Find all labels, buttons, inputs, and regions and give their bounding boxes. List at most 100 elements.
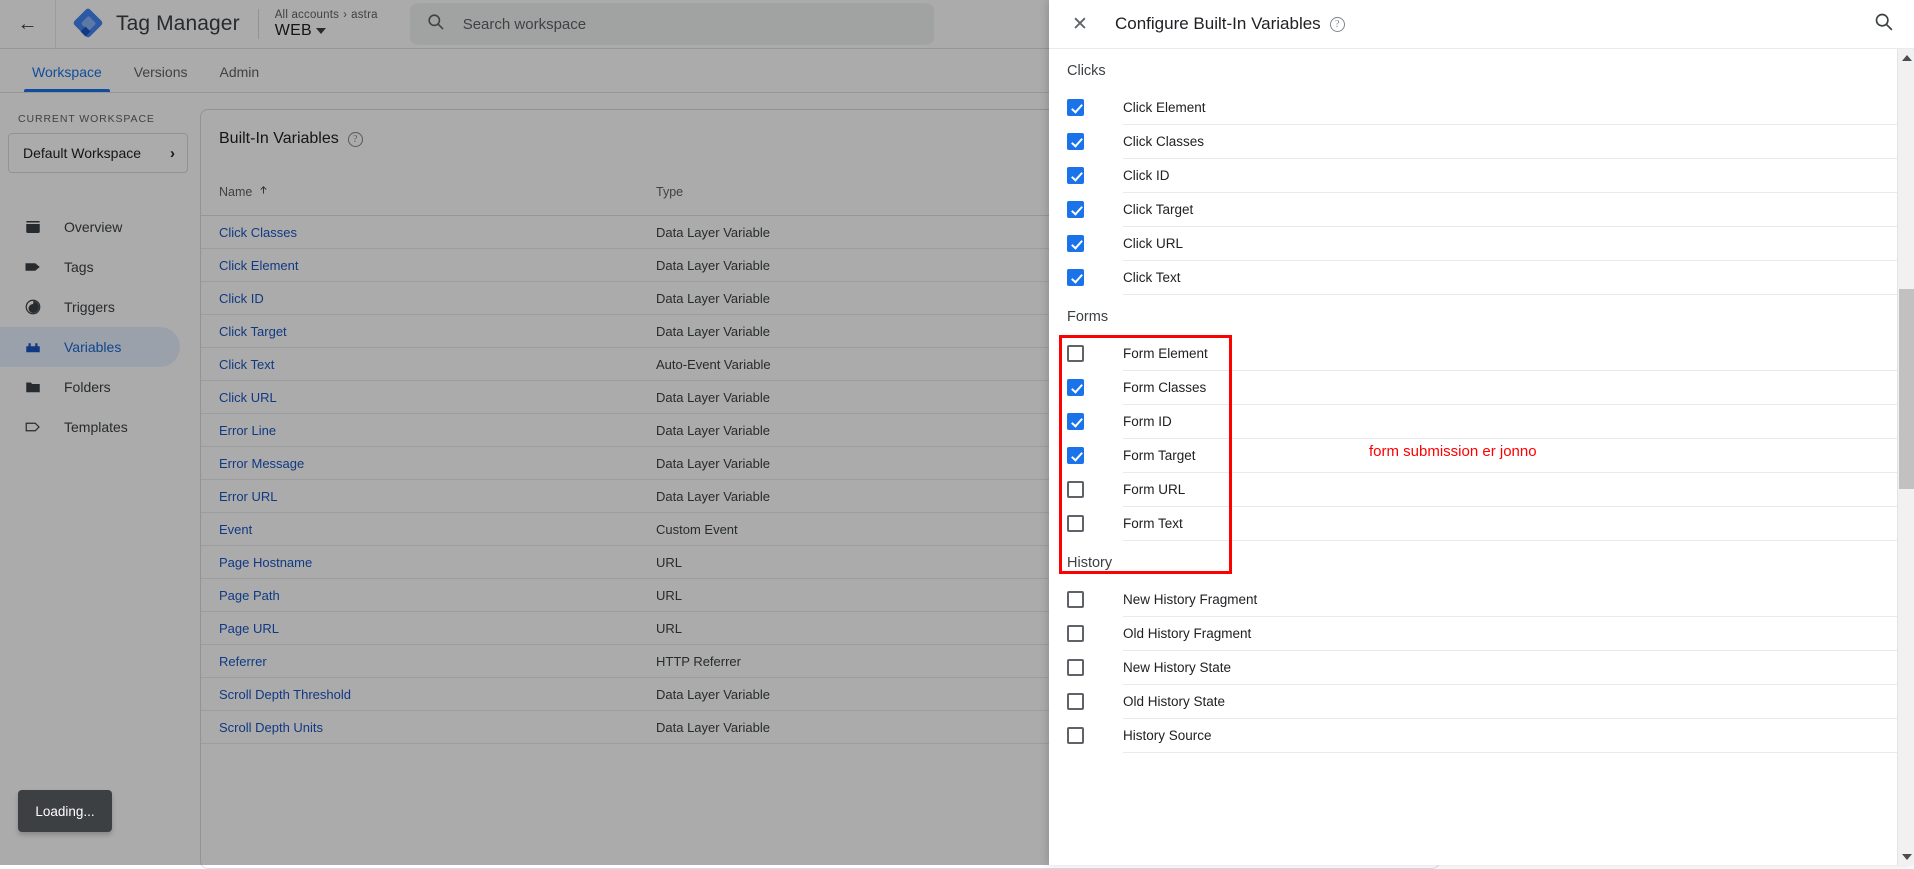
- variable-option-row[interactable]: Form Classes: [1067, 371, 1897, 404]
- variable-option-row[interactable]: New History State: [1067, 651, 1897, 684]
- sidebar-item-variables[interactable]: Variables: [0, 327, 180, 367]
- account-container-selector[interactable]: All accounts › astra WEB: [275, 9, 378, 40]
- variable-option[interactable]: History Source: [1067, 719, 1897, 753]
- variable-option-row[interactable]: Old History State: [1067, 685, 1897, 718]
- variable-option-row[interactable]: Click Element: [1067, 91, 1897, 124]
- variable-option-row[interactable]: Click Target: [1067, 193, 1897, 226]
- variable-name-link[interactable]: Event: [219, 522, 656, 537]
- checkbox-wrapper[interactable]: [1067, 99, 1123, 116]
- variable-option[interactable]: Old History State: [1067, 685, 1897, 719]
- variable-name-link[interactable]: Click Classes: [219, 225, 656, 240]
- checkbox-checked-icon[interactable]: [1067, 379, 1084, 396]
- close-icon[interactable]: ✕: [1067, 11, 1093, 37]
- checkbox-checked-icon[interactable]: [1067, 133, 1084, 150]
- checkbox-wrapper[interactable]: [1067, 201, 1123, 218]
- column-header-name[interactable]: Name: [219, 184, 656, 199]
- checkbox-wrapper[interactable]: [1067, 591, 1123, 608]
- sidebar-item-overview[interactable]: Overview: [0, 207, 180, 247]
- variable-name-link[interactable]: Click Target: [219, 324, 656, 339]
- variable-option-row[interactable]: Form URL: [1067, 473, 1897, 506]
- variable-option[interactable]: New History Fragment: [1067, 583, 1897, 617]
- variable-option[interactable]: Click ID: [1067, 159, 1897, 193]
- variable-option[interactable]: New History State: [1067, 651, 1897, 685]
- help-icon[interactable]: ?: [348, 132, 363, 147]
- tab-versions[interactable]: Versions: [118, 64, 204, 92]
- checkbox-checked-icon[interactable]: [1067, 167, 1084, 184]
- back-arrow-icon[interactable]: ←: [0, 0, 56, 49]
- variable-name-link[interactable]: Page URL: [219, 621, 656, 636]
- variable-option-row[interactable]: History Source: [1067, 719, 1897, 752]
- variable-name-link[interactable]: Error Message: [219, 456, 656, 471]
- variable-name-link[interactable]: Error URL: [219, 489, 656, 504]
- checkbox-unchecked-icon[interactable]: [1067, 727, 1084, 744]
- variable-option[interactable]: Click Classes: [1067, 125, 1897, 159]
- tab-admin[interactable]: Admin: [203, 64, 275, 92]
- variable-option-row[interactable]: Form Element: [1067, 337, 1897, 370]
- checkbox-unchecked-icon[interactable]: [1067, 659, 1084, 676]
- checkbox-unchecked-icon[interactable]: [1067, 693, 1084, 710]
- sidebar-item-tags[interactable]: Tags: [0, 247, 180, 287]
- dialog-scrollbar[interactable]: [1897, 49, 1914, 865]
- variable-name-link[interactable]: Click Element: [219, 258, 656, 273]
- variable-option-row[interactable]: Form ID: [1067, 405, 1897, 438]
- variable-option[interactable]: Form URL: [1067, 473, 1897, 507]
- variable-name-link[interactable]: Click ID: [219, 291, 656, 306]
- variable-name-link[interactable]: Scroll Depth Threshold: [219, 687, 656, 702]
- chevron-down-icon[interactable]: [316, 28, 326, 34]
- variable-name-link[interactable]: Click Text: [219, 357, 656, 372]
- checkbox-checked-icon[interactable]: [1067, 235, 1084, 252]
- variable-name-link[interactable]: Scroll Depth Units: [219, 720, 656, 735]
- variable-name-link[interactable]: Error Line: [219, 423, 656, 438]
- checkbox-checked-icon[interactable]: [1067, 269, 1084, 286]
- variable-option[interactable]: Click Element: [1067, 91, 1897, 125]
- checkbox-wrapper[interactable]: [1067, 481, 1123, 498]
- checkbox-wrapper[interactable]: [1067, 235, 1123, 252]
- variable-option-row[interactable]: New History Fragment: [1067, 583, 1897, 616]
- checkbox-wrapper[interactable]: [1067, 379, 1123, 396]
- checkbox-wrapper[interactable]: [1067, 133, 1123, 150]
- tab-workspace[interactable]: Workspace: [16, 64, 118, 92]
- checkbox-wrapper[interactable]: [1067, 345, 1123, 362]
- variable-option[interactable]: Form ID: [1067, 405, 1897, 439]
- checkbox-wrapper[interactable]: [1067, 167, 1123, 184]
- variable-option-row[interactable]: Old History Fragment: [1067, 617, 1897, 650]
- sidebar-item-triggers[interactable]: Triggers: [0, 287, 180, 327]
- checkbox-wrapper[interactable]: [1067, 693, 1123, 710]
- variable-option[interactable]: Form Classes: [1067, 371, 1897, 405]
- sidebar-item-templates[interactable]: Templates: [0, 407, 180, 447]
- variable-option-row[interactable]: Click Classes: [1067, 125, 1897, 158]
- scroll-up-arrow-icon[interactable]: [1898, 49, 1914, 66]
- variable-option[interactable]: Form Text: [1067, 507, 1897, 541]
- variable-option[interactable]: Click URL: [1067, 227, 1897, 261]
- checkbox-wrapper[interactable]: [1067, 515, 1123, 532]
- checkbox-checked-icon[interactable]: [1067, 99, 1084, 116]
- checkbox-unchecked-icon[interactable]: [1067, 345, 1084, 362]
- sidebar-item-folders[interactable]: Folders: [0, 367, 180, 407]
- variable-name-link[interactable]: Page Path: [219, 588, 656, 603]
- checkbox-unchecked-icon[interactable]: [1067, 481, 1084, 498]
- search-input[interactable]: Search workspace: [410, 3, 934, 45]
- workspace-selector-button[interactable]: Default Workspace ›: [8, 133, 188, 173]
- scroll-down-arrow-icon[interactable]: [1898, 848, 1914, 865]
- variable-name-link[interactable]: Referrer: [219, 654, 656, 669]
- variable-option[interactable]: Click Text: [1067, 261, 1897, 295]
- checkbox-wrapper[interactable]: [1067, 625, 1123, 642]
- checkbox-unchecked-icon[interactable]: [1067, 591, 1084, 608]
- checkbox-unchecked-icon[interactable]: [1067, 625, 1084, 642]
- checkbox-checked-icon[interactable]: [1067, 447, 1084, 464]
- variable-name-link[interactable]: Click URL: [219, 390, 656, 405]
- checkbox-unchecked-icon[interactable]: [1067, 515, 1084, 532]
- checkbox-checked-icon[interactable]: [1067, 201, 1084, 218]
- checkbox-checked-icon[interactable]: [1067, 413, 1084, 430]
- variable-option-row[interactable]: Click URL: [1067, 227, 1897, 260]
- variable-name-link[interactable]: Page Hostname: [219, 555, 656, 570]
- variable-option-row[interactable]: Click ID: [1067, 159, 1897, 192]
- scrollbar-thumb[interactable]: [1899, 289, 1914, 489]
- checkbox-wrapper[interactable]: [1067, 727, 1123, 744]
- checkbox-wrapper[interactable]: [1067, 447, 1123, 464]
- help-icon[interactable]: ?: [1330, 17, 1345, 32]
- variable-option[interactable]: Form Element: [1067, 337, 1897, 371]
- search-icon[interactable]: [1873, 11, 1894, 37]
- variable-option[interactable]: Old History Fragment: [1067, 617, 1897, 651]
- container-row[interactable]: WEB: [275, 22, 378, 40]
